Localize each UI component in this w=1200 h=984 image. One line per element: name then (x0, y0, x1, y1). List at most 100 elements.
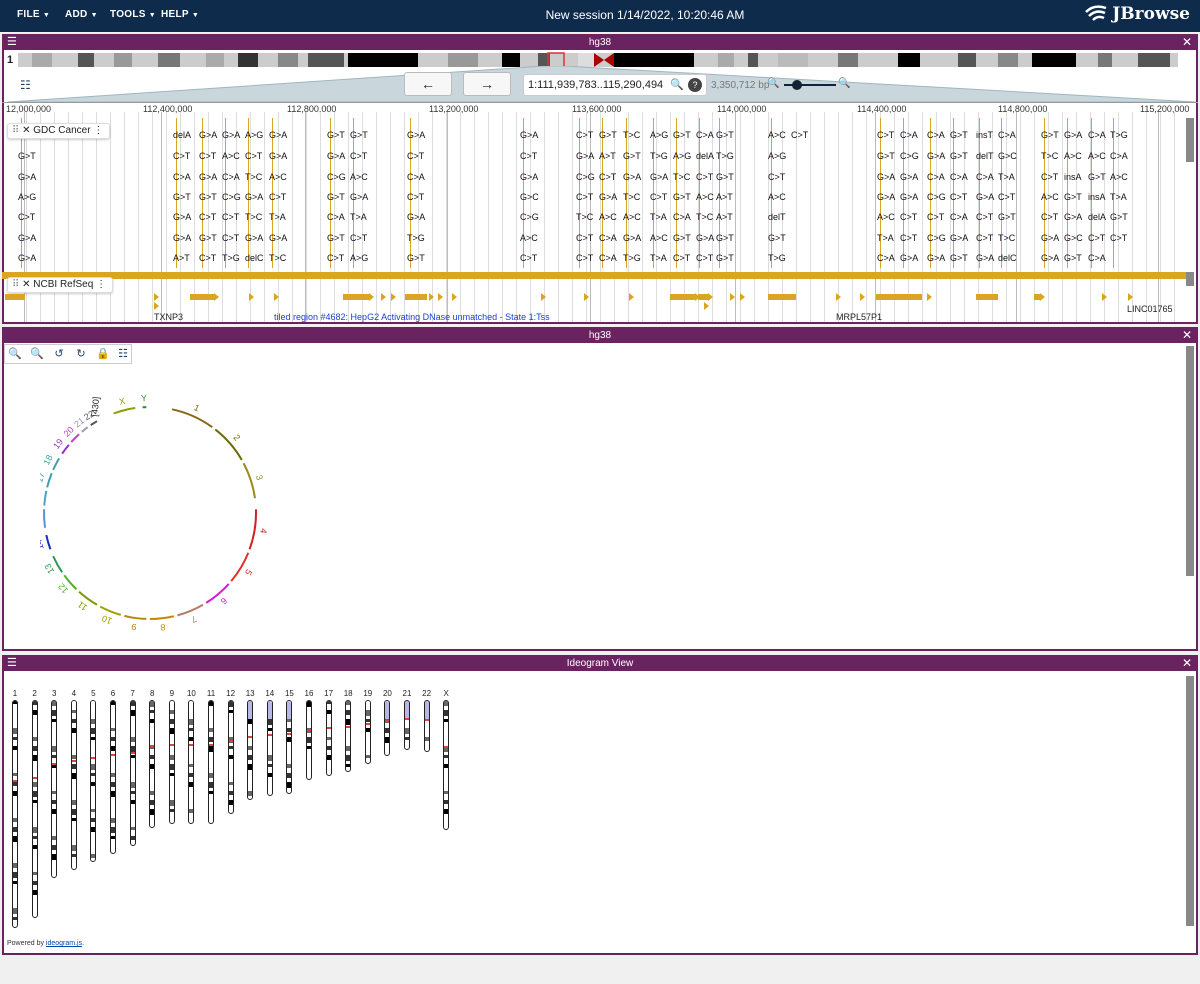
mutation-label[interactable]: A>C (1110, 172, 1128, 182)
ideogram-chromosome[interactable] (31, 700, 38, 918)
mutation-label[interactable]: A>G (768, 151, 786, 161)
mutation-label[interactable]: C>T (350, 151, 367, 161)
zoom-out-icon[interactable]: 🔍 (7, 347, 23, 361)
chromosome-arc[interactable] (149, 615, 175, 620)
mutation-label[interactable]: G>T (716, 172, 734, 182)
mutation-label[interactable]: T>C (576, 212, 593, 222)
chromosome-arc[interactable] (242, 462, 256, 499)
lock-icon[interactable]: 🔒 (95, 347, 111, 361)
gene-feature[interactable] (670, 294, 696, 300)
mutation-label[interactable]: G>A (327, 151, 345, 161)
mutation-label[interactable]: A>C (1088, 151, 1106, 161)
ideogram-chromosome[interactable] (149, 700, 156, 828)
mutation-label[interactable]: C>T (599, 172, 616, 182)
zoom-slider[interactable] (784, 80, 836, 90)
mutation-label[interactable]: T>G (1110, 130, 1128, 140)
mutation-label[interactable]: C>T (576, 233, 593, 243)
mutation-label[interactable]: C>T (269, 192, 286, 202)
mutation-label[interactable]: T>C (245, 212, 262, 222)
mutation-label[interactable]: T>A (650, 253, 667, 263)
chromosome-arc[interactable] (230, 552, 250, 582)
mutation-label[interactable]: C>T (350, 233, 367, 243)
mutation-label[interactable]: C>A (327, 212, 345, 222)
ideogram-chromosome[interactable] (227, 700, 234, 814)
close-icon[interactable]: ✕ (22, 279, 33, 290)
mutation-label[interactable]: G>T (173, 192, 191, 202)
mutation-label[interactable]: G>A (623, 172, 641, 182)
ideogram-chromosome[interactable] (90, 700, 97, 862)
chromosome-arc[interactable] (248, 509, 257, 550)
mutation-label[interactable]: G>T (327, 233, 345, 243)
mutation-label[interactable]: C>G (900, 151, 919, 161)
mutation-label[interactable]: G>A (576, 151, 594, 161)
chromosome-arc[interactable] (70, 433, 80, 443)
mutation-label[interactable]: T>A (1110, 192, 1127, 202)
mutation-label[interactable]: G>T (950, 151, 968, 161)
mutation-label[interactable]: G>T (407, 253, 425, 263)
track-label-refseq[interactable]: ⠿ ✕ NCBI RefSeq ⋮ (7, 277, 114, 293)
mutation-label[interactable]: C>T (199, 253, 216, 263)
menu-icon[interactable]: ☰ (7, 657, 17, 670)
mutation-label[interactable]: G>A (1064, 212, 1082, 222)
mutation-label[interactable]: T>C (269, 253, 286, 263)
mutation-label[interactable]: T>A (269, 212, 286, 222)
ideogram-chromosome[interactable] (443, 700, 450, 830)
mutation-label[interactable]: G>T (623, 151, 641, 161)
gene-feature[interactable] (5, 294, 25, 300)
chromosome-arc[interactable] (177, 603, 204, 617)
mutation-label[interactable]: A>T (716, 192, 733, 202)
ideogram-chromosome[interactable] (404, 700, 410, 750)
chromosome-arc[interactable] (46, 472, 53, 488)
mutation-label[interactable]: G>T (950, 253, 968, 263)
chromosome-arc[interactable] (171, 408, 213, 429)
ideogram-chromosome[interactable] (247, 700, 254, 800)
mutation-label[interactable]: G>T (199, 192, 217, 202)
gene-feature[interactable] (876, 294, 922, 300)
ideogram-chromosome[interactable] (70, 700, 77, 870)
zoom-slider-knob[interactable] (792, 80, 802, 90)
mutation-label[interactable]: T>G (222, 253, 240, 263)
mutation-label[interactable]: C>T (199, 151, 216, 161)
mutation-label[interactable]: G>A (199, 130, 217, 140)
ideogram-chromosome[interactable] (384, 700, 391, 756)
mutation-label[interactable]: C>A (407, 172, 425, 182)
track-label-gdc[interactable]: ⠿ ✕ GDC Cancer ⋮ (7, 123, 111, 139)
mutation-label[interactable]: G>T (1088, 172, 1106, 182)
mutation-label[interactable]: G>T (350, 130, 368, 140)
mutation-label[interactable]: C>G (222, 192, 241, 202)
mutation-label[interactable]: C>G (576, 172, 595, 182)
mutation-label[interactable]: insA (1088, 192, 1106, 202)
mutation-label[interactable]: G>A (222, 130, 240, 140)
mutation-label[interactable]: G>A (350, 192, 368, 202)
mutation-label[interactable]: G>A (1064, 130, 1082, 140)
mutation-label[interactable]: C>A (900, 130, 918, 140)
mutation-label[interactable]: G>C (520, 192, 539, 202)
mutation-label[interactable]: G>A (173, 212, 191, 222)
chromosome-arc[interactable] (45, 534, 52, 550)
zoom-in-icon[interactable]: 🔍 (838, 78, 850, 89)
mutation-label[interactable]: G>T (673, 233, 691, 243)
mutation-label[interactable]: G>A (269, 130, 287, 140)
mutation-label[interactable]: T>G (716, 151, 734, 161)
mutation-label[interactable]: C>T (877, 130, 894, 140)
mutation-label[interactable]: T>G (768, 253, 786, 263)
mutation-label[interactable]: G>T (1064, 253, 1082, 263)
track-selector-icon[interactable]: ☷ (20, 78, 31, 92)
mutation-label[interactable]: delA (173, 130, 191, 140)
view-scrollbar[interactable] (1186, 346, 1194, 576)
chromosome-arc[interactable] (90, 420, 98, 426)
mutation-label[interactable]: A>G (245, 130, 263, 140)
mutation-label[interactable]: T>C (673, 172, 690, 182)
mutation-label[interactable]: C>T (407, 192, 424, 202)
mutation-label[interactable]: C>A (976, 172, 994, 182)
chromosome-arc[interactable] (52, 457, 60, 471)
gene-feature[interactable] (768, 294, 796, 300)
mutation-label[interactable]: G>T (716, 130, 734, 140)
ideogram-chromosome[interactable] (266, 700, 273, 796)
more-vert-icon[interactable]: ⋮ (93, 125, 103, 136)
mutation-label[interactable]: C>A (877, 253, 895, 263)
mutation-label[interactable]: C>A (927, 130, 945, 140)
chromosome-arc[interactable] (43, 509, 47, 528)
mutation-label[interactable]: A>G (350, 253, 368, 263)
mutation-label[interactable]: A>T (599, 151, 616, 161)
